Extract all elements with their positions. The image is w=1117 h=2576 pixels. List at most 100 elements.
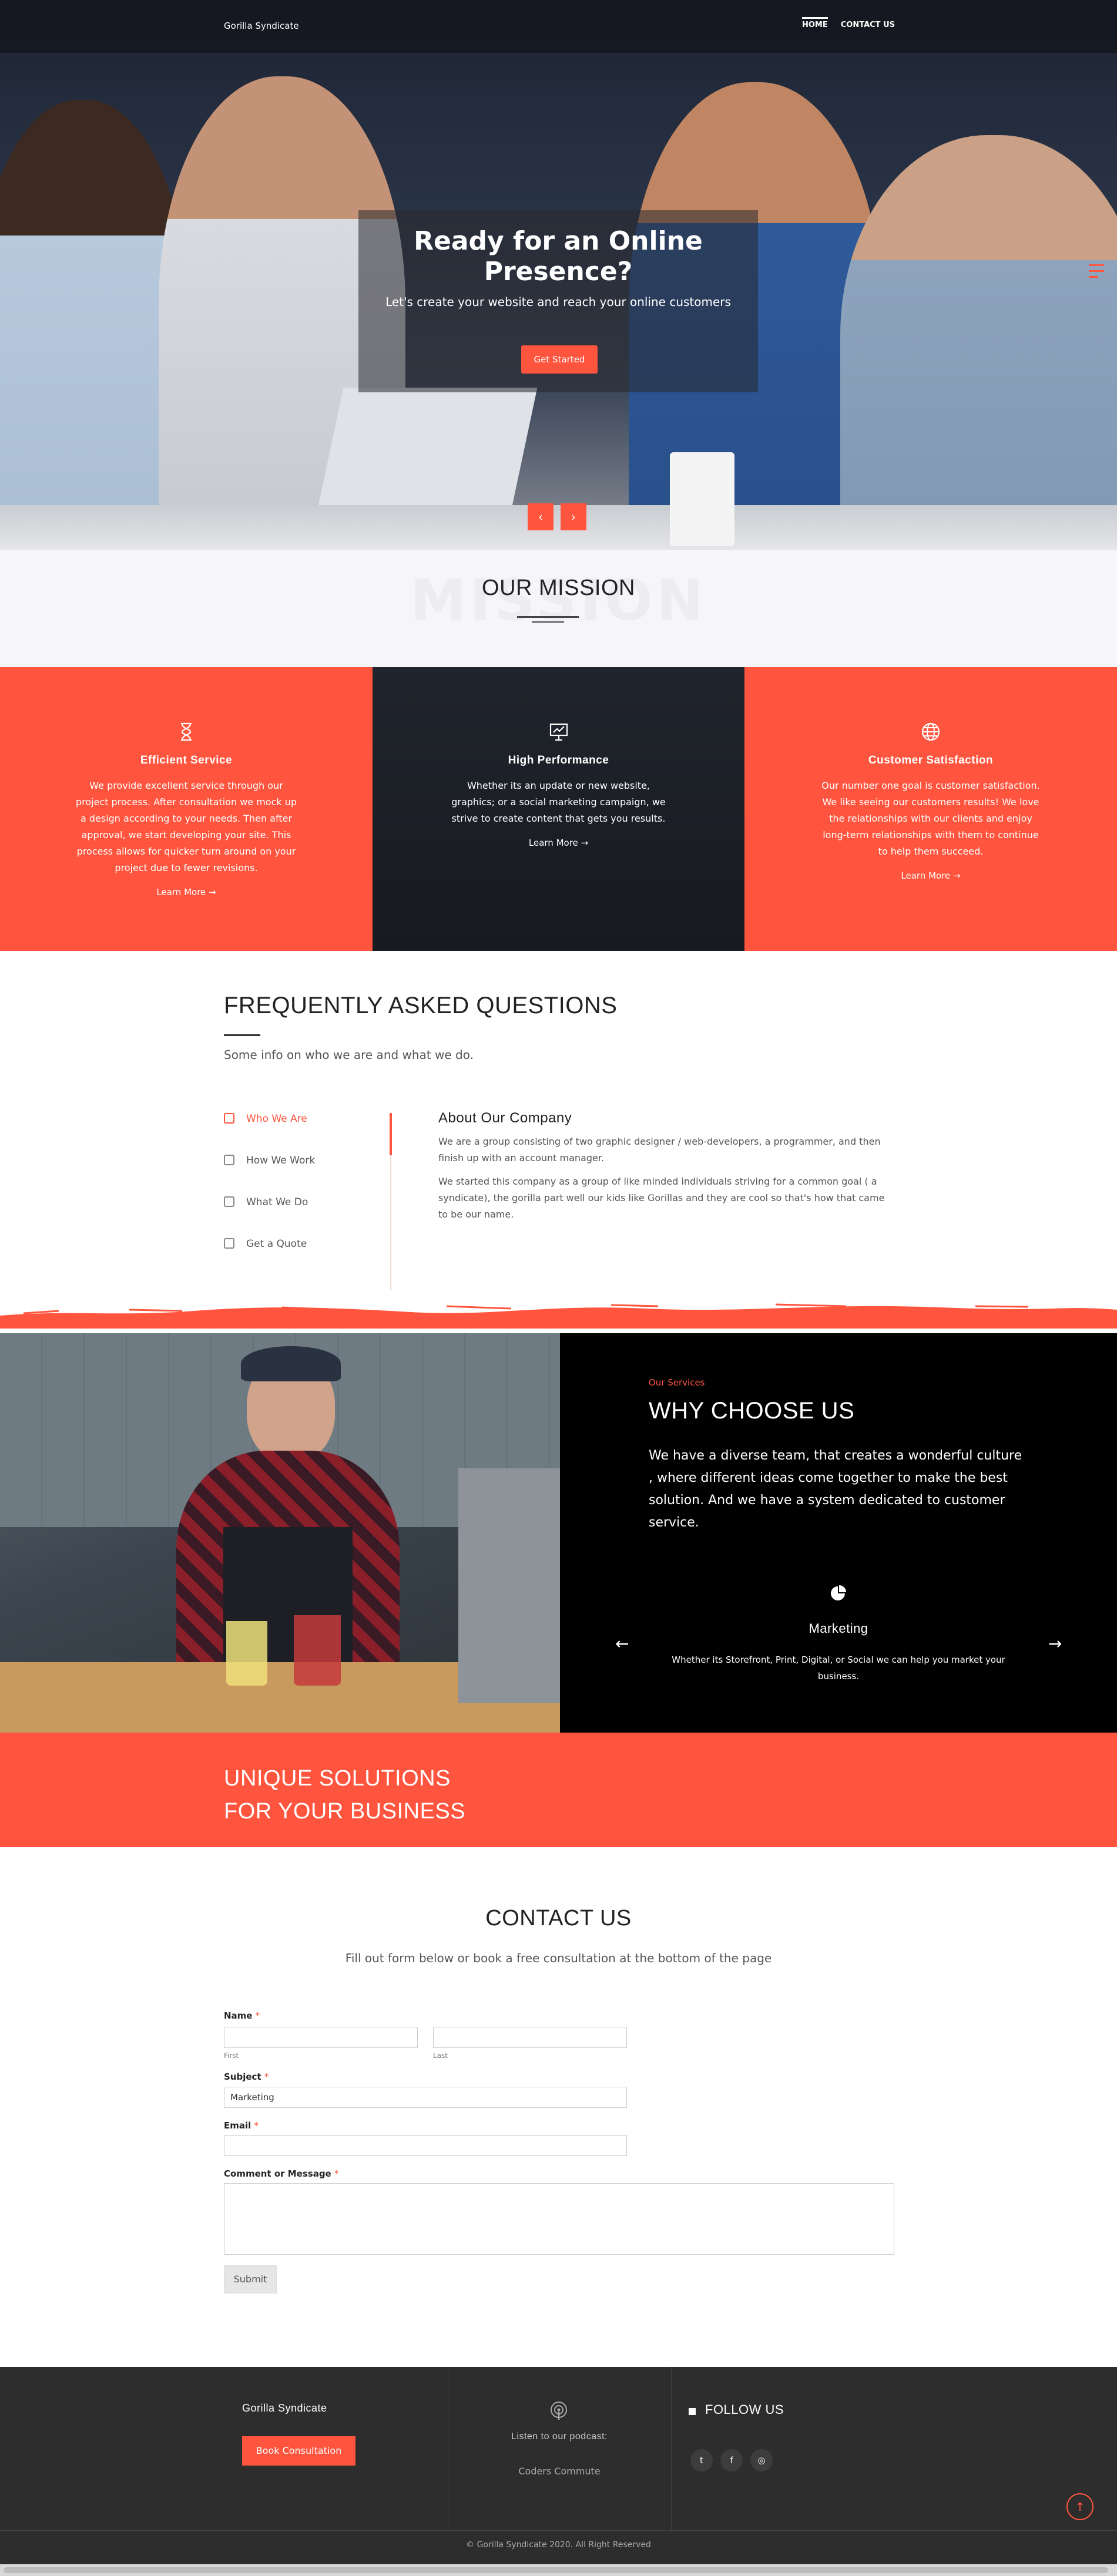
arrow-left-icon[interactable]: ← xyxy=(615,1634,629,1653)
brand-logo-text[interactable]: Gorilla Syndicate xyxy=(224,21,299,31)
tab-get-a-quote[interactable]: Get a Quote xyxy=(224,1238,390,1280)
back-to-top-button[interactable]: ↑ xyxy=(1066,2493,1093,2520)
pie-chart-icon xyxy=(831,1585,846,1600)
why-eyebrow: Our Services xyxy=(649,1377,705,1388)
feature-efficient-service: Efficient Service We provide excellent s… xyxy=(0,667,373,951)
tab-icon xyxy=(224,1155,234,1165)
subject-label: Subject * xyxy=(224,2071,269,2082)
photo-person-cap xyxy=(241,1346,341,1381)
faq-divider xyxy=(224,1034,260,1036)
active-tab-indicator xyxy=(390,1113,392,1155)
feature-title: Customer Satisfaction xyxy=(868,754,994,766)
arrow-right-icon[interactable]: → xyxy=(1048,1634,1062,1653)
faq-content-paragraph-1: We are a group consisting of two graphic… xyxy=(438,1136,881,1163)
service-text: Whether its Storefront, Print, Digital, … xyxy=(672,1654,1005,1682)
book-consultation-button[interactable]: Book Consultation xyxy=(242,2436,355,2466)
feature-text: We provide excellent service through our… xyxy=(75,780,297,873)
hero-photo-table xyxy=(0,505,1117,550)
barista-photo xyxy=(0,1333,560,1733)
mission-divider-small xyxy=(532,621,564,623)
side-menu-icon[interactable] xyxy=(1089,264,1104,282)
nav-home[interactable]: HOME xyxy=(802,17,828,29)
tab-label: What We Do xyxy=(246,1196,308,1208)
faq-subtitle: Some info on who we are and what we do. xyxy=(224,1048,474,1062)
tab-what-we-do[interactable]: What We Do xyxy=(224,1196,390,1238)
why-text: We have a diverse team, that creates a w… xyxy=(649,1448,1022,1530)
hero-photo-cup xyxy=(670,452,734,546)
contact-title: CONTACT US xyxy=(485,1906,632,1931)
required-mark: * xyxy=(264,2071,269,2082)
faq-content-paragraph-2: We started this company as a group of li… xyxy=(438,1176,885,1220)
first-hint: First xyxy=(224,2052,239,2060)
first-name-input[interactable] xyxy=(224,2027,418,2048)
unique-line-1: UNIQUE SOLUTIONS xyxy=(224,1766,451,1791)
email-label: Email * xyxy=(224,2120,259,2131)
contact-subtitle: Fill out form below or book a free consu… xyxy=(345,1951,772,1965)
brush-stroke-divider xyxy=(0,1303,1117,1329)
mission-section: MISSION OUR MISSION xyxy=(0,550,1117,667)
tab-label: Get a Quote xyxy=(246,1238,307,1250)
tab-how-we-work[interactable]: How We Work xyxy=(224,1155,390,1196)
copyright: © Gorilla Syndicate 2020. All Right Rese… xyxy=(466,2540,651,2550)
why-choose-us-panel: Our Services WHY CHOOSE US We have a div… xyxy=(560,1333,1117,1733)
photo-glass-1 xyxy=(226,1621,267,1686)
unique-line-2: FOR YOUR BUSINESS xyxy=(224,1799,466,1824)
tab-icon xyxy=(224,1196,234,1207)
subject-input[interactable]: Marketing xyxy=(224,2087,627,2108)
faq-title: FREQUENTLY ASKED QUESTIONS xyxy=(224,993,618,1018)
feature-customer-satisfaction: Customer Satisfaction Our number one goa… xyxy=(744,667,1117,951)
unique-solutions-banner: UNIQUE SOLUTIONS FOR YOUR BUSINESS xyxy=(0,1733,1117,1847)
twitter-icon[interactable]: t xyxy=(690,2449,713,2471)
faq-tab-list: Who We Are How We Work What We Do Get a … xyxy=(224,1113,391,1290)
learn-more-link[interactable]: Learn More → xyxy=(744,870,1117,881)
podcast-name[interactable]: Coders Commute xyxy=(448,2466,671,2477)
feature-high-performance: High Performance Whether its an update o… xyxy=(373,667,744,951)
podcast-icon xyxy=(551,2402,567,2420)
chevron-right-icon: › xyxy=(571,510,576,524)
hero-prev-button[interactable]: ‹ xyxy=(528,503,554,530)
name-label: Name * xyxy=(224,2010,260,2021)
tab-icon xyxy=(224,1238,234,1249)
hero-title: Ready for an Online Presence? xyxy=(414,226,703,287)
photo-machine xyxy=(458,1468,560,1703)
label-text: Email xyxy=(224,2120,251,2131)
site-header: Gorilla Syndicate HOME CONTACT US xyxy=(0,0,1117,53)
mission-title: OUR MISSION xyxy=(482,576,635,600)
hero-section: Ready for an Online Presence? Let's crea… xyxy=(0,0,1117,550)
get-started-button[interactable]: Get Started xyxy=(521,345,598,374)
nav-contact-us[interactable]: CONTACT US xyxy=(841,21,895,29)
hero-subtitle: Let's create your website and reach your… xyxy=(385,295,731,309)
last-name-input[interactable] xyxy=(433,2027,627,2048)
footer-divider xyxy=(671,2367,672,2530)
required-mark: * xyxy=(254,2120,259,2131)
feature-title: High Performance xyxy=(508,754,609,766)
facebook-icon[interactable]: f xyxy=(720,2449,743,2471)
follow-square-icon xyxy=(689,2408,696,2415)
hero-photo-person-4 xyxy=(840,135,1117,550)
presentation-chart-icon xyxy=(549,723,568,741)
faq-content-title: About Our Company xyxy=(438,1110,572,1126)
footer-bottom-line xyxy=(0,2530,1117,2531)
learn-more-link[interactable]: Learn More → xyxy=(373,838,744,848)
unique-solutions-heading: UNIQUE SOLUTIONS FOR YOUR BUSINESS xyxy=(224,1762,465,1828)
tab-label: Who We Are xyxy=(246,1113,307,1125)
mission-divider xyxy=(517,616,579,618)
required-mark: * xyxy=(334,2168,339,2179)
photo-glass-2 xyxy=(294,1615,341,1686)
feature-text: Our number one goal is customer satisfac… xyxy=(821,780,1040,857)
footer-brand: Gorilla Syndicate xyxy=(242,2402,327,2414)
learn-more-link[interactable]: Learn More → xyxy=(0,887,373,897)
instagram-icon[interactable]: ◎ xyxy=(750,2449,773,2471)
feature-text: Whether its an update or new website, gr… xyxy=(451,780,666,824)
label-text: Comment or Message xyxy=(224,2168,331,2179)
email-input[interactable] xyxy=(224,2135,627,2156)
why-title: WHY CHOOSE US xyxy=(649,1398,855,1424)
tab-who-we-are[interactable]: Who We Are xyxy=(224,1113,390,1155)
hero-next-button[interactable]: › xyxy=(561,503,586,530)
horizontal-scrollbar[interactable] xyxy=(0,2564,1117,2576)
tab-label: How We Work xyxy=(246,1155,316,1166)
required-mark: * xyxy=(255,2010,260,2021)
submit-button[interactable]: Submit xyxy=(224,2265,277,2293)
chevron-left-icon: ‹ xyxy=(538,510,543,524)
message-textarea[interactable] xyxy=(224,2183,894,2255)
